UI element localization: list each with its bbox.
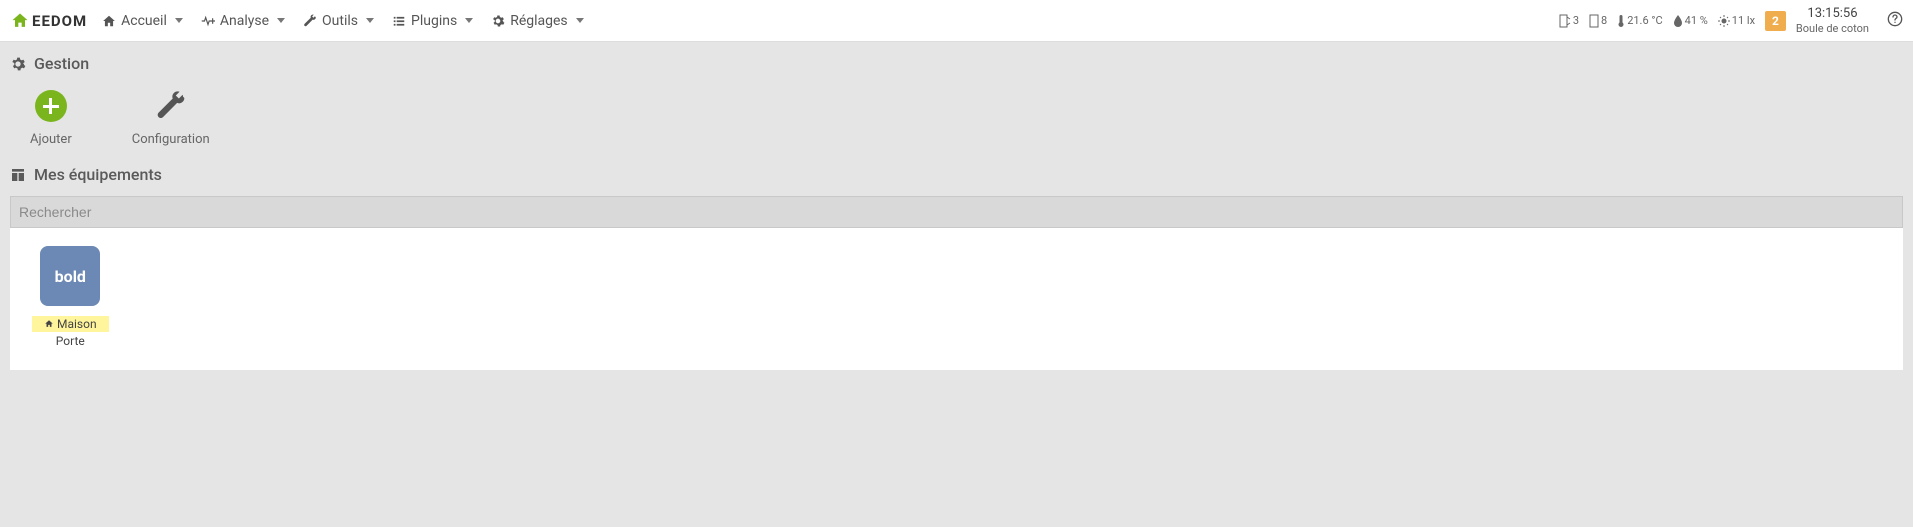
house-icon [10, 11, 30, 31]
nav-reglages-label: Réglages [510, 13, 567, 29]
sensor-door2-value: 8 [1601, 14, 1607, 27]
wrench-icon [155, 90, 187, 122]
gear-icon [10, 56, 26, 72]
nav-outils[interactable]: Outils [303, 13, 374, 29]
section-gestion-title: Gestion [10, 54, 1903, 73]
nav-menu: Accueil Analyse Outils Plugins Réglages [102, 13, 584, 29]
chevron-down-icon [576, 18, 584, 23]
nav-analyse[interactable]: Analyse [201, 13, 285, 29]
nav-plugins-label: Plugins [411, 13, 457, 29]
thermometer-icon [1617, 14, 1625, 28]
list-icon [392, 14, 406, 28]
door-icon [1589, 14, 1599, 28]
sensor-lux[interactable]: 11 lx [1718, 14, 1755, 27]
notification-badge[interactable]: 2 [1765, 11, 1786, 31]
chevron-down-icon [175, 18, 183, 23]
section-equipements-title: Mes équipements [10, 165, 1903, 184]
action-ajouter-label: Ajouter [30, 132, 72, 147]
room-icon [44, 319, 54, 329]
wrench-icon [303, 14, 317, 28]
nav-accueil-label: Accueil [121, 13, 167, 29]
door-icon [1559, 14, 1571, 28]
action-configuration-label: Configuration [132, 132, 210, 147]
help-icon[interactable] [1887, 11, 1903, 31]
equipment-room: Maison [32, 316, 109, 332]
nav-right: 3 8 21.6 °C 41 % 11 lx 2 13:15:56 Boule … [1559, 6, 1903, 35]
nav-reglages[interactable]: Réglages [491, 13, 583, 29]
equipment-name: Porte [56, 334, 85, 348]
droplet-icon [1673, 15, 1683, 27]
equipment-icon: bold [40, 246, 100, 306]
content: Gestion Ajouter Configuration Mes équipe… [0, 42, 1913, 382]
gear-icon [491, 14, 505, 28]
chevron-down-icon [465, 18, 473, 23]
table-icon [10, 167, 26, 183]
sensor-humidity[interactable]: 41 % [1673, 14, 1708, 27]
home-icon [102, 14, 116, 28]
navbar: EEDOM Accueil Analyse Outils Plugins Rég… [0, 0, 1913, 42]
action-ajouter[interactable]: Ajouter [30, 90, 72, 147]
logo-text: EEDOM [32, 12, 87, 30]
action-configuration[interactable]: Configuration [132, 90, 210, 147]
sensor-door2[interactable]: 8 [1589, 14, 1607, 28]
chevron-down-icon [277, 18, 285, 23]
sensor-temp-value: 21.6 °C [1627, 14, 1662, 27]
sensor-lux-value: 11 lx [1732, 14, 1755, 27]
sensor-temp[interactable]: 21.6 °C [1617, 14, 1662, 28]
search-input[interactable] [10, 196, 1903, 228]
nav-outils-label: Outils [322, 13, 358, 29]
plus-icon [35, 90, 67, 122]
chevron-down-icon [366, 18, 374, 23]
nav-plugins[interactable]: Plugins [392, 13, 473, 29]
equipment-room-label: Maison [57, 317, 97, 331]
sun-icon [1718, 15, 1730, 27]
nav-analyse-label: Analyse [220, 13, 269, 29]
heartbeat-icon [201, 14, 215, 28]
clock-time: 13:15:56 [1796, 6, 1869, 22]
equipment-card[interactable]: bold Maison Porte [32, 246, 109, 348]
sensor-door1[interactable]: 3 [1559, 14, 1579, 28]
clock-label: Boule de coton [1796, 22, 1869, 35]
logo[interactable]: EEDOM [10, 11, 87, 31]
nav-accueil[interactable]: Accueil [102, 13, 183, 29]
equipments-panel: bold Maison Porte [10, 228, 1903, 370]
section-gestion-label: Gestion [34, 54, 89, 73]
section-equipements-label: Mes équipements [34, 165, 162, 184]
clock[interactable]: 13:15:56 Boule de coton [1796, 6, 1869, 35]
sensor-humidity-value: 41 % [1685, 14, 1708, 27]
action-row: Ajouter Configuration [10, 85, 1903, 165]
sensor-door1-value: 3 [1573, 14, 1579, 27]
